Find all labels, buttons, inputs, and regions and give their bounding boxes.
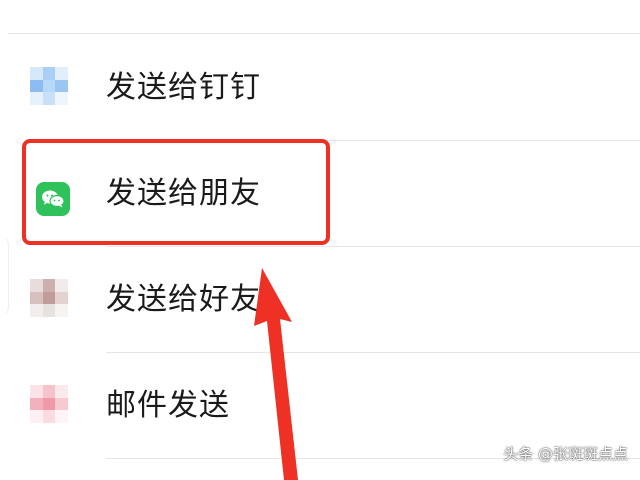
share-item-label: 邮件发送: [106, 388, 230, 423]
friend-app-icon: [30, 279, 68, 317]
top-divider: [8, 33, 640, 34]
red-arrow-icon: [254, 268, 298, 480]
watermark: 头条 @张斑斑点点: [503, 445, 628, 463]
share-item-friends[interactable]: 发送给好友: [0, 247, 640, 353]
highlight-box: [22, 139, 330, 245]
dingtalk-icon: [30, 67, 68, 105]
share-item-label: 发送给好友: [106, 282, 261, 317]
share-sheet: 发送给钉钉 发送给朋友 发送给好友 邮件发送 头条 @张斑斑点点: [0, 0, 640, 480]
share-item-label: 发送给钉钉: [106, 70, 261, 105]
share-item-dingtalk[interactable]: 发送给钉钉: [0, 35, 640, 141]
mail-app-icon: [30, 385, 68, 423]
